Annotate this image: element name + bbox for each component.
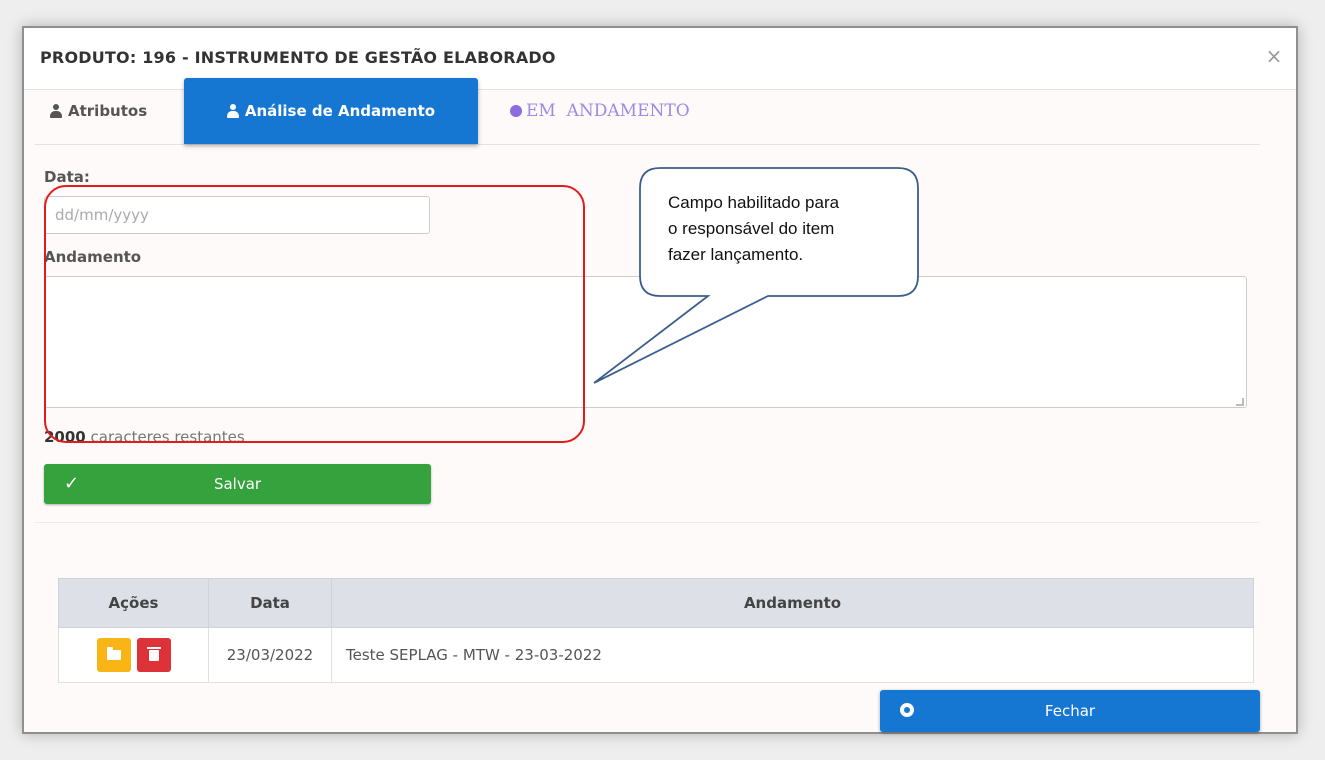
table-header-row: Ações Data Andamento [58, 578, 1254, 628]
date-input[interactable] [44, 196, 430, 234]
column-header-andamento: Andamento [331, 578, 1254, 628]
resize-handle-icon[interactable] [1236, 398, 1244, 406]
check-icon: ✓ [64, 473, 80, 494]
close-button-label: Fechar [1044, 702, 1096, 720]
table-row: 23/03/2022 Teste SEPLAG - MTW - 23-03-20… [58, 627, 1254, 683]
andamento-table: Ações Data Andamento 23/03/2022 Teste SE… [58, 578, 1254, 683]
andamento-label: Andamento [44, 248, 142, 266]
user-icon [50, 104, 62, 118]
date-cell: 23/03/2022 [208, 627, 332, 683]
trash-icon [146, 647, 161, 661]
circle-icon [900, 703, 914, 717]
tab-analise-label: Análise de Andamento [244, 102, 436, 120]
user-icon [226, 104, 239, 118]
date-label: Data: [44, 168, 90, 186]
form-panel: Data: Andamento 2000 caracteres restante… [34, 146, 1260, 526]
folder-icon [106, 647, 121, 660]
callout-line: Campo habilitado para [668, 193, 840, 212]
callout-line: o responsável do item [668, 219, 835, 238]
status-dot-icon [510, 105, 522, 117]
tab-status-label: EM ANDAMENTO [526, 101, 690, 121]
close-button[interactable]: Fechar [880, 690, 1260, 732]
delete-button[interactable] [136, 638, 171, 672]
callout-line: fazer lançamento. [668, 245, 804, 264]
edit-button[interactable] [96, 638, 131, 672]
counter-text: caracteres restantes [85, 428, 245, 446]
tab-bar: Atributos Análise de Andamento EM ANDAME… [34, 78, 1260, 145]
character-counter: 2000 caracteres restantes [44, 428, 245, 446]
save-button[interactable]: ✓ Salvar [44, 464, 431, 504]
column-header-data: Data [208, 578, 332, 628]
tab-atributos[interactable]: Atributos [50, 78, 147, 144]
callout-text: Campo habilitado para o responsável do i… [668, 190, 908, 268]
divider [34, 522, 1260, 523]
andamento-cell: Teste SEPLAG - MTW - 23-03-2022 [331, 627, 1254, 683]
save-button-label: Salvar [213, 475, 262, 493]
tab-atributos-label: Atributos [68, 102, 148, 120]
actions-cell [58, 627, 209, 683]
tab-analise-andamento[interactable]: Análise de Andamento [184, 78, 478, 144]
andamento-textarea[interactable] [44, 276, 1247, 408]
counter-number: 2000 [44, 428, 86, 446]
tab-status[interactable]: EM ANDAMENTO [510, 78, 690, 144]
close-icon[interactable]: × [1262, 44, 1286, 68]
column-header-acoes: Ações [58, 578, 209, 628]
modal-title: PRODUTO: 196 - INSTRUMENTO DE GESTÃO ELA… [40, 48, 556, 67]
